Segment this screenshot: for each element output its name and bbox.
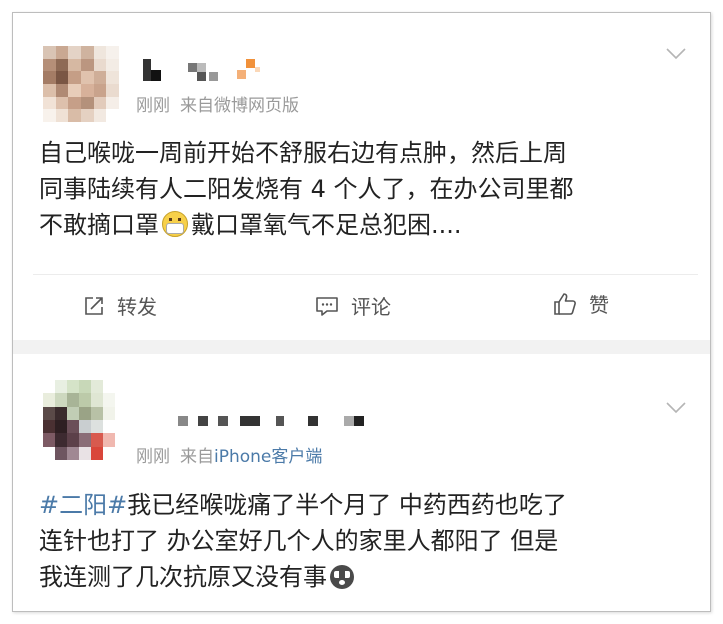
chevron-down-icon[interactable] bbox=[666, 402, 686, 414]
comment-label: 评论 bbox=[351, 295, 391, 319]
weibo-post-1: 刚刚 来自微博网页版 自己喉咙一周前开始不舒服右边有点肿，然后上周 同事陆续有人二… bbox=[13, 13, 710, 340]
hashtag-link[interactable]: #二阳# bbox=[39, 491, 127, 519]
post-source-prefix: 来自 bbox=[180, 447, 214, 467]
post-meta: 刚刚 来自微博网页版 bbox=[136, 91, 299, 116]
content-line: #二阳#我已经喉咙痛了半个月了 中药西药也吃了 bbox=[39, 487, 567, 523]
content-line: 连针也打了 办公室好几个人的家里人都阳了 但是 bbox=[39, 527, 559, 555]
content-text: 我已经喉咙痛了半个月了 中药西药也吃了 bbox=[127, 491, 567, 519]
comment-icon bbox=[316, 296, 338, 316]
post-source: 来自微博网页版 bbox=[180, 96, 299, 116]
screenshot-frame: 刚刚 来自微博网页版 自己喉咙一周前开始不舒服右边有点肿，然后上周 同事陆续有人二… bbox=[12, 12, 711, 612]
like-button[interactable]: 赞 bbox=[553, 289, 609, 318]
content-text: 我连测了几次抗原又没有事 bbox=[39, 563, 327, 591]
post-meta: 刚刚 来自iPhone客户端 bbox=[136, 442, 322, 467]
avatar[interactable] bbox=[43, 46, 119, 122]
content-line: 同事陆续有人二阳发烧有 4 个人了，在办公司里都 bbox=[39, 175, 574, 203]
weibo-post-2: 刚刚 来自iPhone客户端 #二阳#我已经喉咙痛了半个月了 中药西药也吃了 连针… bbox=[13, 354, 710, 611]
post-content: 自己喉咙一周前开始不舒服右边有点肿，然后上周 同事陆续有人二阳发烧有 4 个人了… bbox=[39, 135, 574, 243]
post-time: 刚刚 bbox=[136, 447, 170, 467]
post-time: 刚刚 bbox=[136, 96, 170, 116]
content-line: 不敢摘口罩 戴口罩氧气不足总犯困.... bbox=[39, 207, 574, 243]
comment-button[interactable]: 评论 bbox=[315, 291, 391, 320]
username-redacted[interactable] bbox=[178, 413, 378, 435]
chevron-down-icon[interactable] bbox=[666, 48, 686, 60]
mask-face-emoji-icon bbox=[162, 211, 188, 237]
post-content: #二阳#我已经喉咙痛了半个月了 中药西药也吃了 连针也打了 办公室好几个人的家里… bbox=[39, 487, 567, 595]
post-source-link[interactable]: iPhone客户端 bbox=[214, 447, 322, 467]
post-separator bbox=[13, 340, 710, 354]
repost-button[interactable]: 转发 bbox=[83, 291, 157, 320]
content-text: 不敢摘口罩 bbox=[39, 211, 159, 239]
thumbs-up-icon bbox=[554, 292, 576, 315]
repost-label: 转发 bbox=[117, 295, 157, 319]
content-text: 戴口罩氧气不足总犯困.... bbox=[191, 211, 462, 239]
avatar[interactable] bbox=[43, 380, 115, 460]
content-line: 我连测了几次抗原又没有事 bbox=[39, 559, 567, 595]
like-label: 赞 bbox=[589, 293, 609, 317]
content-line: 自己喉咙一周前开始不舒服右边有点肿，然后上周 bbox=[39, 139, 567, 167]
repost-icon bbox=[85, 296, 103, 315]
crying-face-emoji-icon bbox=[330, 565, 354, 589]
username-redacted[interactable] bbox=[143, 59, 283, 81]
divider bbox=[33, 274, 698, 275]
